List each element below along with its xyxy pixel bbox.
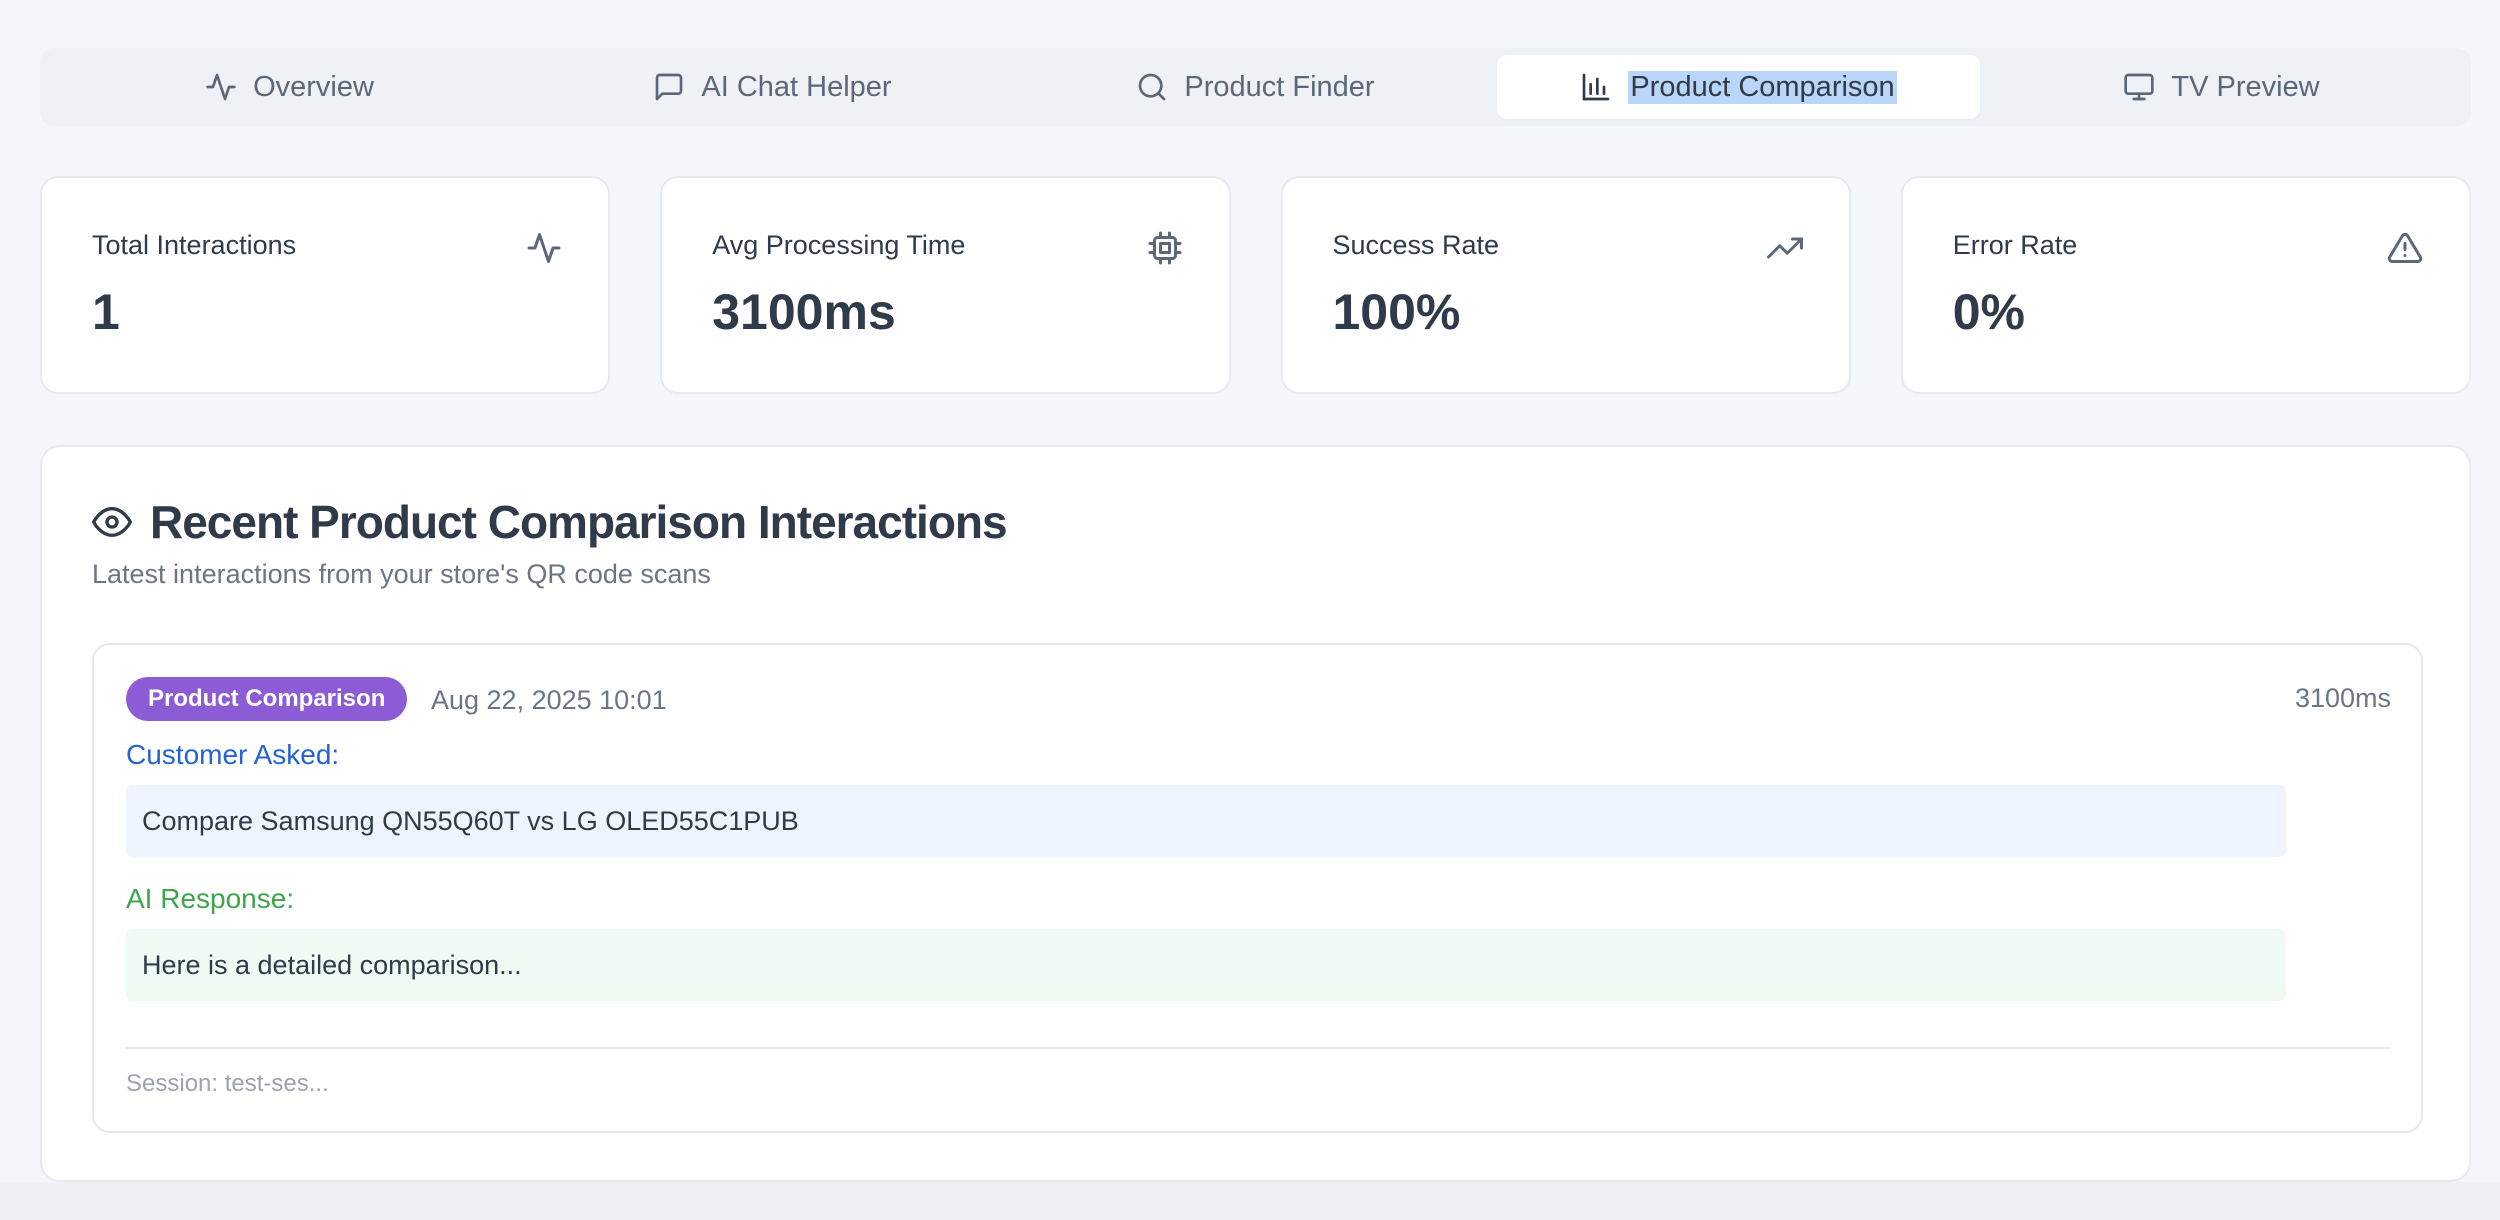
stat-card-error-rate: Error Rate 0% [1900,176,2471,394]
alert-triangle-icon [2387,230,2423,266]
customer-question-box: Compare Samsung QN55Q60T vs LG OLED55C1P… [126,785,2286,857]
interaction-date: Aug 22, 2025 10:01 [431,685,667,715]
recent-interactions-panel: Recent Product Comparison Interactions L… [40,445,2471,1182]
stat-card-success-rate: Success Rate 100% [1280,176,1851,394]
monitor-icon [2124,73,2155,101]
stat-value: 0% [1952,284,2026,340]
activity-icon [526,230,562,266]
cpu-icon [1147,230,1183,266]
tab-tv-preview[interactable]: TV Preview [1980,55,2463,119]
tab-ai-chat-helper-label: AI Chat Helper [701,70,892,103]
tab-product-finder-label: Product Finder [1184,70,1375,103]
stat-value: 1 [92,284,120,340]
tab-overview[interactable]: Overview [48,55,531,119]
interaction-duration: 3100ms [2294,683,2391,713]
tab-product-comparison[interactable]: Product Comparison [1497,55,1980,119]
interaction-card: Product Comparison Aug 22, 2025 10:01 31… [92,643,2423,1133]
tab-product-finder[interactable]: Product Finder [1014,55,1497,119]
stat-card-avg-processing-time: Avg Processing Time 3100ms [660,176,1231,394]
search-icon [1139,73,1166,101]
bar-chart-icon [1582,73,1610,101]
tab-bar: Overview AI Chat Helper Product Finder P… [40,48,2471,126]
panel-title: Recent Product Comparison Interactions [150,496,1008,548]
tab-tv-preview-label: TV Preview [2171,70,2320,103]
message-square-icon [656,73,683,101]
customer-asked-label: Customer Asked: [126,739,340,770]
page-bottom-edge [0,1182,2500,1220]
interaction-type-badge: Product Comparison [126,677,408,721]
stat-value: 100% [1332,284,1461,340]
panel-header: Recent Product Comparison Interactions [92,495,1008,549]
panel-subtitle: Latest interactions from your store's QR… [92,559,711,589]
trending-up-icon [1766,230,1803,266]
stats-row: Total Interactions 1 Avg Processing Time… [40,176,2471,394]
stat-card-total-interactions: Total Interactions 1 [40,176,611,394]
ai-response-box: Here is a detailed comparison... [126,929,2286,1001]
tab-ai-chat-helper[interactable]: AI Chat Helper [531,55,1014,119]
tab-overview-label: Overview [253,70,374,103]
divider [126,1047,2391,1049]
ai-response-label: AI Response: [126,883,295,914]
tab-product-comparison-label: Product Comparison [1628,70,1897,104]
stat-value: 3100ms [712,284,896,340]
activity-icon [206,73,236,101]
session-id: Session: test-ses... [126,1070,329,1097]
eye-icon [92,507,132,537]
